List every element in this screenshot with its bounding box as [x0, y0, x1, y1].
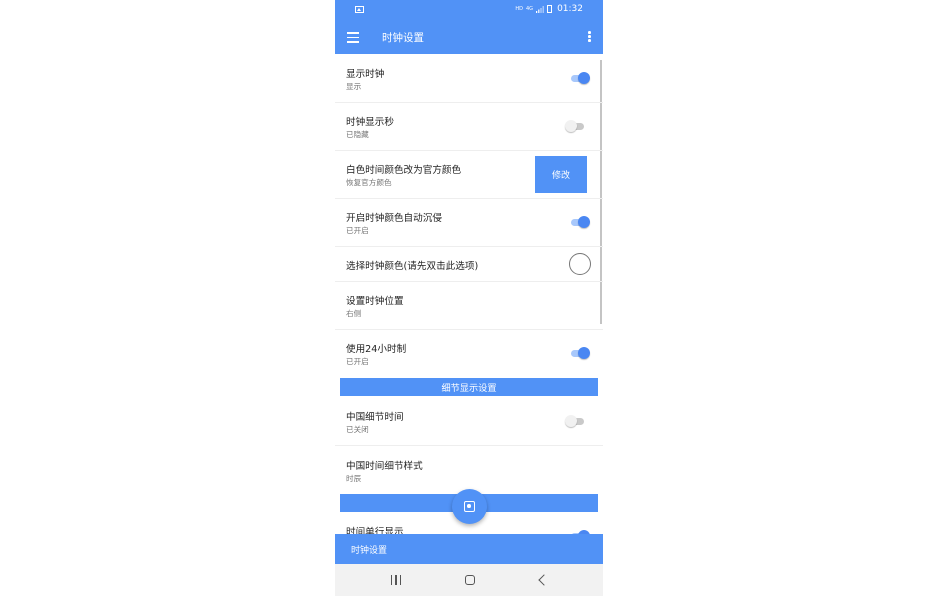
signal-type-label: 4G [526, 6, 534, 12]
menu-icon[interactable] [347, 32, 359, 43]
setting-subtitle: 已隐藏 [346, 130, 369, 139]
more-options-icon[interactable] [588, 31, 591, 44]
setting-subtitle: 显示 [346, 82, 362, 91]
setting-title: 显示时钟 [346, 69, 385, 80]
show-seconds-toggle[interactable] [565, 119, 585, 133]
setting-title: 时间单行显示 [346, 527, 404, 534]
setting-show-seconds[interactable]: 时钟显示秒 已隐藏 [335, 103, 603, 151]
clock-color-swatch[interactable] [569, 253, 591, 275]
home-icon[interactable] [465, 575, 475, 585]
setting-title: 中国时间细节样式 [346, 461, 423, 472]
network-type-label: HD [515, 6, 523, 12]
24-hour-toggle[interactable] [570, 346, 590, 360]
phone-screen: HD 4G 01:32 时钟设置 显示时钟 显示 时钟显示秒 已隐藏 白色时间颜… [335, 0, 603, 596]
setting-subtitle: 时辰 [346, 474, 362, 483]
settings-icon [464, 501, 475, 512]
bottom-tab-bar[interactable]: 时钟设置 [335, 534, 603, 564]
setting-show-clock[interactable]: 显示时钟 显示 [335, 55, 603, 103]
setting-subtitle: 已开启 [346, 226, 369, 235]
section-header-detail: 细节显示设置 [340, 378, 598, 396]
battery-icon [547, 5, 553, 13]
recents-icon[interactable] [391, 575, 401, 585]
setting-auto-immersive-color[interactable]: 开启时钟颜色自动沉侵 已开启 [335, 199, 603, 247]
image-notification-icon [355, 6, 364, 13]
china-detail-time-toggle[interactable] [565, 414, 585, 428]
setting-subtitle: 右侧 [346, 309, 362, 318]
setting-title: 白色时间颜色改为官方颜色 [346, 165, 462, 176]
modify-button[interactable]: 修改 [535, 156, 587, 193]
back-icon[interactable] [538, 574, 550, 586]
setting-subtitle: 恢复官方颜色 [346, 178, 392, 187]
setting-title: 中国细节时间 [346, 412, 404, 423]
status-time: 01:32 [557, 4, 583, 14]
show-clock-toggle[interactable] [570, 71, 590, 85]
page-title: 时钟设置 [382, 32, 424, 44]
setting-china-detail-time[interactable]: 中国细节时间 已关闭 [335, 397, 603, 446]
floating-action-button[interactable] [452, 489, 487, 524]
auto-immersive-toggle[interactable] [570, 215, 590, 229]
app-bar: 时钟设置 [335, 22, 603, 54]
setting-choose-clock-color[interactable]: 选择时钟颜色(请先双击此选项) [335, 247, 603, 282]
setting-title: 选择时钟颜色(请先双击此选项) [346, 261, 479, 272]
setting-clock-position[interactable]: 设置时钟位置 右侧 [335, 282, 603, 330]
setting-title: 设置时钟位置 [346, 296, 404, 307]
setting-title: 开启时钟颜色自动沉侵 [346, 213, 442, 224]
bottom-tab-label: 时钟设置 [351, 546, 388, 556]
setting-title: 时钟显示秒 [346, 117, 394, 128]
system-nav-bar [335, 564, 603, 596]
setting-subtitle: 已开启 [346, 357, 369, 366]
setting-title: 使用24小时制 [346, 344, 407, 355]
signal-icon [536, 5, 544, 13]
status-indicators: HD 4G 01:32 [515, 4, 583, 14]
status-bar: HD 4G 01:32 [335, 0, 603, 22]
setting-china-time-style[interactable]: 中国时间细节样式 时辰 [335, 446, 603, 493]
setting-subtitle: 已关闭 [346, 425, 369, 434]
setting-24-hour[interactable]: 使用24小时制 已开启 [335, 330, 603, 376]
